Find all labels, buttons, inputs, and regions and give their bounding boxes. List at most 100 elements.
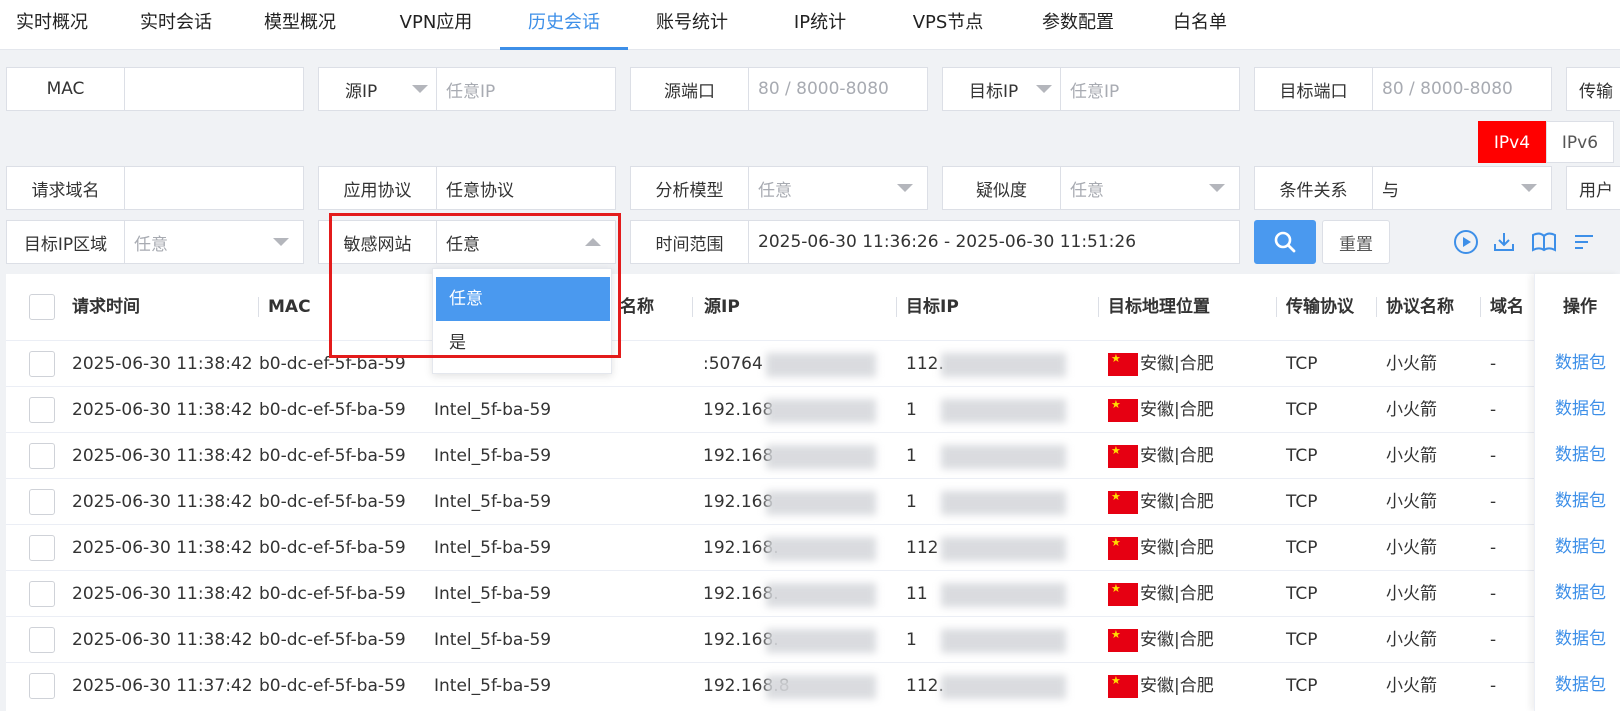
cell-name: Intel_5f-ba-59 [434,400,552,420]
src-port-input[interactable]: 80 / 8000-8080 [750,68,927,110]
cell-mac: b0-dc-ef-5f-ba-59 [259,630,406,650]
cell-domain: - [1490,446,1497,466]
packet-link[interactable]: 数据包 [1555,386,1606,432]
packet-link[interactable]: 数据包 [1555,478,1606,524]
packet-link[interactable]: 数据包 [1555,340,1606,386]
dst-port-input[interactable]: 80 / 8000-8080 [1374,68,1551,110]
row-checkbox[interactable] [29,581,55,607]
cell-proto-name: 小火箭 [1386,676,1437,696]
tab-ip-stats[interactable]: IP统计 [770,0,870,50]
ipv6-toggle[interactable]: IPv6 [1546,121,1614,163]
packet-link[interactable]: 数据包 [1555,570,1606,616]
redacted-dst-ip [941,583,1066,607]
row-checkbox[interactable] [29,489,55,515]
tab-whitelist[interactable]: 白名单 [1150,0,1250,50]
src-ip-label: 源IP [345,81,378,102]
reset-button[interactable]: 重置 [1322,220,1390,264]
dst-ip-filter: 目标IP 任意IP [942,67,1240,111]
redacted-src-ip [766,491,876,515]
dropdown-option-yes[interactable]: 是 [436,321,610,365]
tab-vps-nodes[interactable]: VPS节点 [896,0,1000,50]
table-row[interactable]: 2025-06-30 11:38:42 b0-dc-ef-5f-ba-59 Inte… [6,570,1620,616]
domain-input[interactable] [126,167,303,209]
play-icon[interactable] [1452,228,1480,256]
table-row[interactable]: 2025-06-30 11:38:42 b0-dc-ef-5f-ba-59 Inte… [6,524,1620,570]
select-all-checkbox[interactable] [29,294,55,320]
sort-icon[interactable] [1570,228,1598,256]
packet-link[interactable]: 数据包 [1555,432,1606,478]
tab-params[interactable]: 参数配置 [1026,0,1130,50]
tab-realtime-sessions[interactable]: 实时会话 [124,0,228,50]
src-port-label: 源端口 [631,68,749,110]
row-checkbox[interactable] [29,397,55,423]
time-range-input[interactable]: 2025-06-30 11:36:26 - 2025-06-30 11:51:2… [750,221,1239,263]
cell-proto-name: 小火箭 [1386,630,1437,650]
tab-account-stats[interactable]: 账号统计 [640,0,744,50]
table-row[interactable]: 2025-06-30 11:38:42 b0-dc-ef-5f-ba-59 Inte… [6,478,1620,524]
search-button[interactable] [1254,220,1316,264]
dst-ip-input[interactable]: 任意IP [1062,68,1239,110]
row-checkbox[interactable] [29,673,55,699]
col-name: 名称 [620,297,654,317]
cell-transport: TCP [1286,630,1318,650]
col-operation: 操作 [1563,297,1597,317]
dst-ip-type-select[interactable]: 目标IP [943,68,1061,110]
row-checkbox[interactable] [29,351,55,377]
src-ip-type-select[interactable]: 源IP [319,68,437,110]
chevron-down-icon [412,85,428,93]
cell-dst-ip: 1 [906,630,917,650]
table-row[interactable]: 2025-06-30 11:38:42 b0-dc-ef-5f-ba-59 Inte… [6,616,1620,662]
tab-vpn-apps[interactable]: VPN应用 [376,0,496,50]
src-ip-input[interactable]: 任意IP [438,68,615,110]
col-mac: MAC [268,297,311,317]
src-ip-filter: 源IP 任意IP [318,67,616,111]
time-range-filter: 时间范围 2025-06-30 11:36:26 - 2025-06-30 11… [630,220,1240,264]
packet-link[interactable]: 数据包 [1555,616,1606,662]
cell-mac: b0-dc-ef-5f-ba-59 [259,538,406,558]
china-flag-icon [1108,583,1138,606]
operation-column: 操作 数据包 数据包 数据包 数据包 数据包 数据包 数据包 数据包 [1534,274,1620,711]
packet-link[interactable]: 数据包 [1555,662,1606,708]
cell-request-time: 2025-06-30 11:38:42 [72,492,253,512]
cell-transport: TCP [1286,446,1318,466]
cell-name: Intel_5f-ba-59 [434,676,552,696]
tab-realtime-overview[interactable]: 实时概况 [0,0,104,50]
book-icon[interactable] [1530,228,1558,256]
model-filter: 分析模型 任意 [630,166,928,210]
mac-input[interactable] [126,68,303,110]
cell-transport: TCP [1286,492,1318,512]
cell-name: Intel_5f-ba-59 [434,538,552,558]
table-row[interactable]: 2025-06-30 11:37:42 b0-dc-ef-5f-ba-59 Inte… [6,662,1620,708]
cell-request-time: 2025-06-30 11:38:42 [72,446,253,466]
china-flag-icon [1108,629,1138,652]
packet-link[interactable]: 数据包 [1555,524,1606,570]
dropdown-option-any[interactable]: 任意 [436,277,610,321]
cell-dst-ip: 11 [906,584,928,604]
redacted-dst-ip [941,353,1066,377]
cell-request-time: 2025-06-30 11:38:42 [72,630,253,650]
table-row[interactable]: 2025-06-30 11:38:42 b0-dc-ef-5f-ba-59 Inte… [6,386,1620,432]
redacted-dst-ip [941,537,1066,561]
tab-history-sessions[interactable]: 历史会话 [500,0,628,50]
download-icon[interactable] [1490,228,1518,256]
cell-dst-geo: 安徽|合肥 [1140,630,1214,650]
cell-mac: b0-dc-ef-5f-ba-59 [259,400,406,420]
table-row[interactable]: 2025-06-30 11:38:42 b0-dc-ef-5f-ba-59:507… [6,340,1620,386]
row-checkbox[interactable] [29,535,55,561]
cell-mac: b0-dc-ef-5f-ba-59 [259,676,406,696]
redacted-src-ip [766,353,876,377]
app-proto-filter: 应用协议 任意协议 [318,166,616,210]
row-checkbox[interactable] [29,627,55,653]
redacted-dst-ip [941,675,1066,699]
china-flag-icon [1108,399,1138,422]
tab-model-overview[interactable]: 模型概况 [248,0,352,50]
row-checkbox[interactable] [29,443,55,469]
user-label: 用户 [1567,167,1620,209]
ipv4-toggle[interactable]: IPv4 [1478,121,1546,163]
chevron-down-icon [1036,85,1052,93]
china-flag-icon [1108,353,1138,376]
redacted-src-ip [766,629,876,653]
redacted-src-ip [766,537,876,561]
app-proto-input[interactable]: 任意协议 [438,167,615,209]
table-row[interactable]: 2025-06-30 11:38:42 b0-dc-ef-5f-ba-59 Inte… [6,432,1620,478]
